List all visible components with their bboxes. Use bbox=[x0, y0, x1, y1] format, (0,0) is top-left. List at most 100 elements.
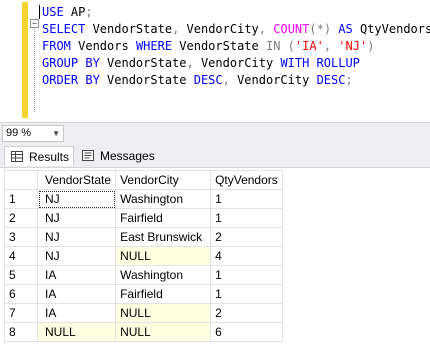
table-row[interactable]: 7 IA NULL 2 bbox=[4, 303, 283, 323]
code-token: VendorState bbox=[99, 56, 187, 70]
grid-header-row: VendorState VendorCity QtyVendors bbox=[4, 170, 283, 190]
code-token: FROM bbox=[42, 39, 71, 53]
cell-vendorcity[interactable]: Fairfield bbox=[115, 284, 212, 304]
cell-vendorcity[interactable]: NULL bbox=[115, 246, 212, 266]
code-token: (*) bbox=[309, 22, 332, 36]
column-header-qtyvendors[interactable]: QtyVendors bbox=[210, 170, 283, 190]
cell-qtyvendors[interactable]: 1 bbox=[210, 265, 283, 285]
row-number[interactable]: 3 bbox=[4, 227, 38, 247]
cell-qtyvendors[interactable]: 1 bbox=[210, 208, 283, 228]
tab-results[interactable]: Results bbox=[4, 146, 74, 166]
column-header-vendorstate[interactable]: VendorState bbox=[36, 170, 117, 190]
code-token: VendorState bbox=[85, 22, 173, 36]
code-token: VendorCity bbox=[229, 73, 317, 87]
cell-vendorstate[interactable]: IA bbox=[36, 265, 117, 285]
tab-results-label: Results bbox=[29, 150, 70, 164]
code-token: IN bbox=[265, 39, 281, 53]
table-row[interactable]: 5 IA Washington 1 bbox=[4, 265, 283, 285]
code-token: ) bbox=[367, 39, 375, 53]
results-grid[interactable]: VendorState VendorCity QtyVendors 1 NJ Was… bbox=[4, 170, 283, 342]
code-token: Vendors bbox=[70, 39, 136, 53]
code-token: VendorCity bbox=[179, 22, 259, 36]
code-token: , bbox=[222, 73, 230, 87]
code-token: DESC bbox=[316, 73, 346, 87]
grid-icon bbox=[11, 151, 23, 162]
cell-vendorcity[interactable]: East Brunswick bbox=[115, 227, 212, 247]
text-cursor bbox=[39, 5, 40, 19]
code-token: , bbox=[258, 22, 267, 36]
code-token: WITH ROLLUP bbox=[280, 56, 360, 70]
code-token: DESC bbox=[193, 73, 223, 87]
code-token: ; bbox=[85, 5, 93, 19]
grid-body: 1 NJ Washington 1 2 NJ Fairfield 1 3 NJ East Bruns… bbox=[4, 189, 283, 342]
editor-status-strip: 99 % ▼ bbox=[0, 122, 430, 143]
row-number[interactable]: 1 bbox=[4, 189, 38, 209]
table-row[interactable]: 3 NJ East Brunswick 2 bbox=[4, 227, 283, 247]
tab-messages-label: Messages bbox=[100, 149, 155, 163]
code-line: GROUP BY VendorState, VendorCity WITH RO… bbox=[42, 55, 360, 72]
cell-qtyvendors[interactable]: 2 bbox=[210, 227, 283, 247]
cell-vendorcity[interactable]: Washington bbox=[115, 265, 212, 285]
code-token: USE bbox=[42, 5, 64, 19]
cell-vendorstate[interactable]: IA bbox=[36, 303, 117, 323]
code-token: COUNT bbox=[273, 22, 310, 36]
cell-qtyvendors[interactable]: 1 bbox=[210, 189, 283, 209]
code-token: ORDER BY bbox=[42, 73, 100, 87]
messages-icon bbox=[82, 150, 94, 161]
collapse-region-icon[interactable]: − bbox=[30, 19, 39, 28]
code-token: VendorCity bbox=[193, 56, 281, 70]
cell-qtyvendors[interactable]: 6 bbox=[210, 322, 283, 342]
results-tab-strip: Results Messages bbox=[0, 143, 430, 168]
code-token: WHERE bbox=[135, 39, 173, 53]
zoom-dropdown[interactable]: 99 % ▼ bbox=[2, 125, 64, 142]
row-number-header[interactable] bbox=[4, 170, 38, 190]
results-pane: Results Messages VendorState VendorCity … bbox=[0, 143, 430, 346]
table-row[interactable]: 6 IA Fairfield 1 bbox=[4, 284, 283, 304]
row-number[interactable]: 7 bbox=[4, 303, 38, 323]
row-number[interactable]: 2 bbox=[4, 208, 38, 228]
cell-vendorstate[interactable]: NULL bbox=[36, 322, 117, 342]
row-number[interactable]: 4 bbox=[4, 246, 38, 266]
cell-vendorcity[interactable]: NULL bbox=[115, 303, 212, 323]
code-token: 'NJ' bbox=[338, 39, 368, 53]
cell-vendorstate[interactable]: NJ bbox=[36, 189, 117, 209]
chevron-down-icon: ▼ bbox=[52, 129, 60, 138]
zoom-value: 99 % bbox=[6, 127, 32, 139]
tab-messages[interactable]: Messages bbox=[76, 146, 156, 166]
cell-qtyvendors[interactable]: 2 bbox=[210, 303, 283, 323]
query-editor[interactable]: − USE AP; SELECT VendorState, VendorCity,… bbox=[0, 0, 430, 122]
code-token: VendorState bbox=[99, 73, 194, 87]
code-line: ORDER BY VendorState DESC, VendorCity DE… bbox=[42, 72, 353, 89]
code-token: ; bbox=[345, 73, 353, 87]
table-row[interactable]: 4 NJ NULL 4 bbox=[4, 246, 283, 266]
table-row[interactable]: 1 NJ Washington 1 bbox=[4, 189, 283, 209]
row-number[interactable]: 5 bbox=[4, 265, 38, 285]
code-token: AS bbox=[338, 22, 353, 36]
cell-vendorcity[interactable]: Fairfield bbox=[115, 208, 212, 228]
code-token: , bbox=[186, 56, 194, 70]
column-header-vendorcity[interactable]: VendorCity bbox=[115, 170, 212, 190]
changed-lines-indicator bbox=[22, 2, 28, 118]
row-number[interactable]: 6 bbox=[4, 284, 38, 304]
code-line: FROM Vendors WHERE VendorState IN ('IA',… bbox=[42, 38, 374, 55]
table-row[interactable]: 8 NULL NULL 6 bbox=[4, 322, 283, 342]
code-token: SELECT bbox=[42, 22, 86, 36]
code-token: AP bbox=[63, 5, 86, 19]
code-line: SELECT VendorState, VendorCity, COUNT(*)… bbox=[42, 21, 430, 38]
cell-vendorstate[interactable]: IA bbox=[36, 284, 117, 304]
code-token: ( bbox=[287, 39, 295, 53]
row-number[interactable]: 8 bbox=[4, 322, 38, 342]
horizontal-scrollbar[interactable] bbox=[66, 125, 428, 140]
cell-vendorstate[interactable]: NJ bbox=[36, 208, 117, 228]
fold-guide-line bbox=[34, 20, 35, 112]
cell-vendorcity[interactable]: Washington bbox=[115, 189, 212, 209]
code-token: GROUP BY bbox=[42, 56, 100, 70]
cell-qtyvendors[interactable]: 1 bbox=[210, 284, 283, 304]
cell-qtyvendors[interactable]: 4 bbox=[210, 246, 283, 266]
cell-vendorcity[interactable]: NULL bbox=[115, 322, 212, 342]
cell-vendorstate[interactable]: NJ bbox=[36, 246, 117, 266]
table-row[interactable]: 2 NJ Fairfield 1 bbox=[4, 208, 283, 228]
code-token: QtyVendors bbox=[352, 22, 430, 36]
cell-vendorstate[interactable]: NJ bbox=[36, 227, 117, 247]
